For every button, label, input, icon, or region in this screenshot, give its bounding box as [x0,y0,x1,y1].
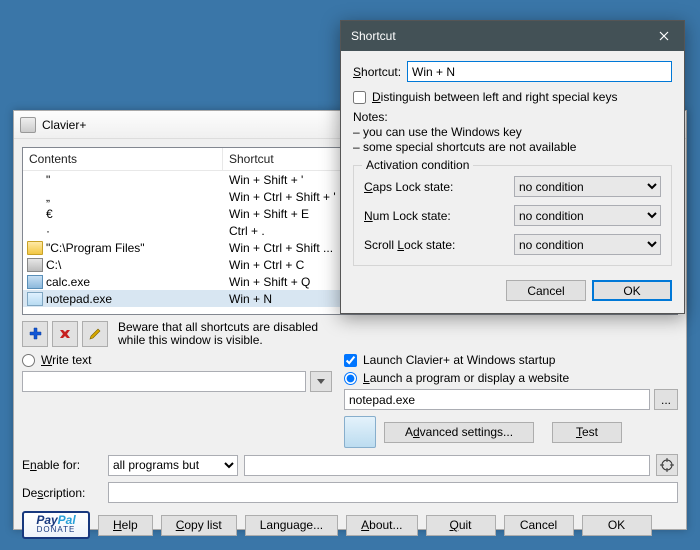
quit-button[interactable]: Quit [426,515,496,536]
shortcut-input[interactable] [407,61,672,82]
main-cancel-button[interactable]: Cancel [504,515,574,536]
advanced-settings-button[interactable]: Advanced settings... [384,422,534,443]
about-button[interactable]: About... [346,515,417,536]
row-contents: € [46,207,223,221]
dialog-title: Shortcut [351,29,396,43]
plus-icon [28,327,42,341]
launch-startup-label[interactable]: Launch Clavier+ at Windows startup [363,353,555,367]
write-text-radio[interactable] [22,354,35,367]
col-contents[interactable]: Contents [23,148,223,170]
caps-lock-label: Caps Lock state: [364,180,514,194]
row-contents: "C:\Program Files" [46,241,223,255]
copy-list-button[interactable]: Copy list [161,515,237,536]
program-icon [344,416,376,448]
blank-icon [27,224,43,238]
donate-button[interactable]: PayPal DONATE [22,511,90,539]
delete-button[interactable] [52,321,78,347]
write-text-label[interactable]: Write text [41,353,91,367]
description-label: Description: [22,486,102,500]
shortcut-field-label: Shortcut: [353,65,401,79]
row-contents: C:\ [46,258,223,272]
pencil-icon [88,327,102,341]
main-ok-button[interactable]: OK [582,515,652,536]
scroll-lock-label: Scroll Lock state: [364,238,514,252]
caps-lock-combo[interactable]: no condition [514,176,661,197]
dialog-cancel-button[interactable]: Cancel [506,280,586,301]
enable-for-input[interactable] [244,455,650,476]
activation-condition-group: Activation condition Caps Lock state: no… [353,165,672,266]
help-button[interactable]: Help [98,515,153,536]
folder-icon [27,241,43,255]
blank-icon [27,190,43,204]
enable-for-label: Enable for: [22,458,102,472]
drive-icon [27,258,43,272]
command-input[interactable] [344,389,650,410]
calc-icon [27,275,43,289]
row-contents: notepad.exe [46,292,223,306]
dialog-ok-button[interactable]: OK [592,280,672,301]
edit-button[interactable] [82,321,108,347]
app-icon [20,117,36,133]
enable-for-combo[interactable]: all programs but [108,455,238,476]
num-lock-label: Num Lock state: [364,209,514,223]
row-contents: „ [46,190,223,204]
blank-icon [27,207,43,221]
scroll-lock-combo[interactable]: no condition [514,234,661,255]
shortcut-dialog: Shortcut Shortcut: Distinguish between l… [340,20,685,314]
launch-program-label[interactable]: Launch a program or display a website [363,371,569,385]
write-text-menu-button[interactable] [310,371,332,392]
dialog-close-button[interactable] [644,21,684,51]
browse-button[interactable]: ... [654,389,678,410]
row-contents: · [46,224,223,238]
launch-startup-checkbox[interactable] [344,354,357,367]
chevron-down-icon [317,379,325,385]
language-button[interactable]: Language... [245,515,338,536]
blank-icon [27,173,43,187]
note-icon [27,292,43,306]
warning-text: Beware that all shortcuts are disabled w… [118,321,318,347]
description-input[interactable] [108,482,678,503]
row-contents: " [46,173,223,187]
write-text-input[interactable] [22,371,306,392]
x-icon [58,327,72,341]
app-title: Clavier+ [42,118,86,132]
notes-block: Notes: – you can use the Windows key – s… [353,110,672,155]
row-contents: calc.exe [46,275,223,289]
launch-program-radio[interactable] [344,372,357,385]
group-legend: Activation condition [362,158,473,172]
distinguish-label[interactable]: Distinguish between left and right speci… [372,90,617,104]
window-picker-button[interactable] [656,454,678,476]
close-icon [659,31,669,41]
dialog-titlebar[interactable]: Shortcut [341,21,684,51]
distinguish-checkbox[interactable] [353,91,366,104]
num-lock-combo[interactable]: no condition [514,205,661,226]
crosshair-icon [660,458,674,472]
add-button[interactable] [22,321,48,347]
test-button[interactable]: Test [552,422,622,443]
